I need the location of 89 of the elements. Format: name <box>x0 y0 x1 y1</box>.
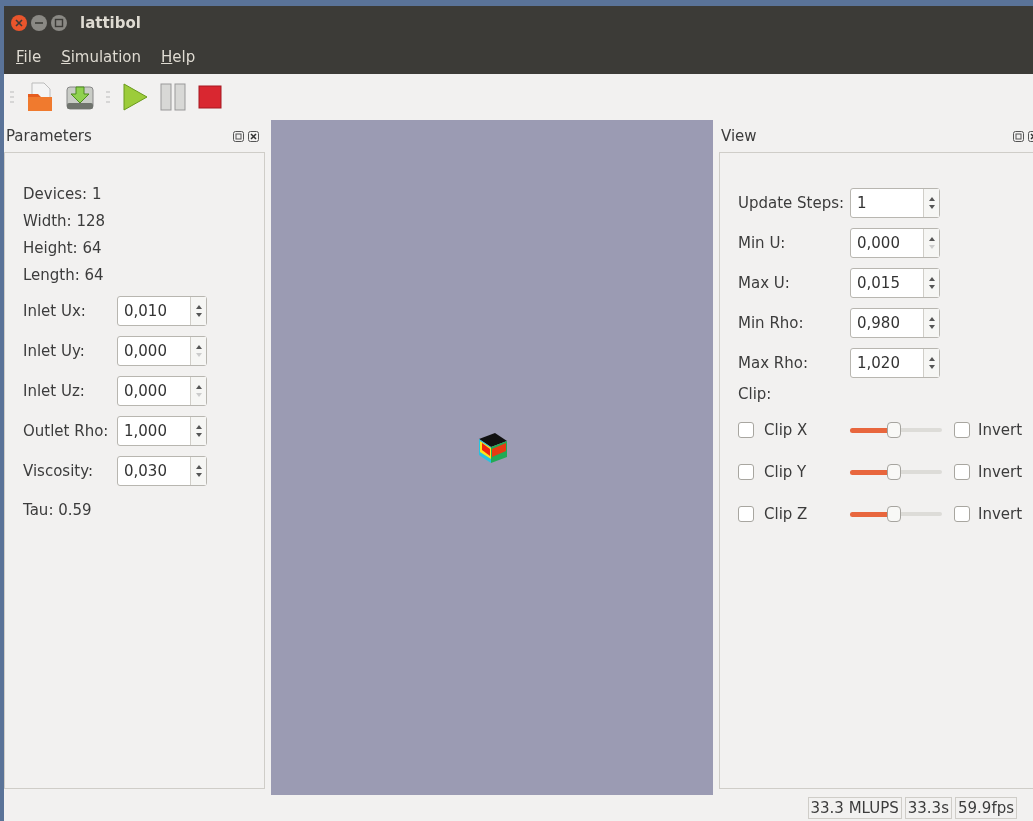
menu-item[interactable]: Help <box>161 45 196 69</box>
checkbox[interactable] <box>738 464 754 480</box>
down-arrow-icon[interactable] <box>195 433 202 437</box>
status-text: 33.3 MLUPS <box>807 797 902 819</box>
info-text: Height: 64 <box>23 238 103 259</box>
spin-box[interactable]: 1,000 <box>117 416 207 446</box>
spin-box[interactable]: 0,010 <box>117 296 207 326</box>
spin-box[interactable]: 0,000 <box>117 336 207 366</box>
panel-title: Parameters <box>6 125 92 147</box>
slider[interactable] <box>850 422 942 438</box>
status-text: 59.9fps <box>955 797 1017 819</box>
up-arrow-icon[interactable] <box>928 237 935 241</box>
field-value: 0,000 <box>856 233 901 254</box>
stop-icon[interactable] <box>198 85 222 109</box>
play-icon[interactable] <box>122 83 148 111</box>
down-arrow-icon[interactable] <box>928 365 935 369</box>
field-label: Inlet Uy: <box>23 340 86 362</box>
slider-thumb[interactable] <box>887 464 902 480</box>
field-label: Update Steps: <box>738 192 846 214</box>
checkbox[interactable] <box>738 422 754 438</box>
field-label: Viscosity: <box>23 460 95 482</box>
checkbox-label: Clip Z <box>764 503 809 525</box>
float-icon[interactable] <box>233 130 244 142</box>
down-arrow-icon[interactable] <box>928 285 935 289</box>
field-label: Min Rho: <box>738 312 805 334</box>
up-arrow-icon[interactable] <box>928 277 935 281</box>
up-arrow-icon[interactable] <box>195 305 202 309</box>
field-value: 1 <box>856 193 868 214</box>
field-label: Inlet Ux: <box>23 300 87 322</box>
checkbox-label: Clip Y <box>764 461 808 483</box>
info-text: Devices: 1 <box>23 184 103 205</box>
field-value: 0,010 <box>123 301 168 322</box>
panel-title: View <box>721 125 757 147</box>
close-icon[interactable] <box>248 130 259 142</box>
tau-text: Tau: 0.59 <box>23 500 93 521</box>
float-icon[interactable] <box>1013 130 1024 142</box>
checkbox-label: Clip X <box>764 419 809 441</box>
checkbox[interactable] <box>738 506 754 522</box>
info-text: Width: 128 <box>23 211 107 232</box>
up-arrow-icon[interactable] <box>195 425 202 429</box>
up-arrow-icon[interactable] <box>195 345 202 349</box>
minimize-icon[interactable] <box>30 14 48 32</box>
checkbox[interactable] <box>954 422 970 438</box>
drive-download-icon[interactable] <box>66 83 94 111</box>
checkbox-label: Invert <box>978 419 1023 441</box>
spin-box[interactable]: 1 <box>850 188 940 218</box>
info-text: Length: 64 <box>23 265 105 286</box>
slider[interactable] <box>850 506 942 522</box>
menu-item[interactable]: Simulation <box>61 45 142 69</box>
up-arrow-icon[interactable] <box>928 317 935 321</box>
folder-icon[interactable] <box>26 82 54 112</box>
slider-thumb[interactable] <box>887 422 902 438</box>
spin-box[interactable]: 0,000 <box>850 228 940 258</box>
field-value: 1,020 <box>856 353 901 374</box>
field-value: 0,030 <box>123 461 168 482</box>
up-arrow-icon[interactable] <box>928 197 935 201</box>
checkbox-label: Invert <box>978 503 1023 525</box>
field-value: 0,015 <box>856 273 901 294</box>
down-arrow-icon[interactable] <box>928 205 935 209</box>
down-arrow-icon[interactable] <box>928 325 935 329</box>
clip-label: Clip: <box>738 384 773 405</box>
spin-box[interactable]: 0,015 <box>850 268 940 298</box>
checkbox[interactable] <box>954 464 970 480</box>
spin-box[interactable]: 0,980 <box>850 308 940 338</box>
menu-item[interactable]: File <box>16 45 42 69</box>
up-arrow-icon[interactable] <box>195 465 202 469</box>
field-label: Max Rho: <box>738 352 809 374</box>
spin-box[interactable]: 0,030 <box>117 456 207 486</box>
up-arrow-icon[interactable] <box>928 357 935 361</box>
field-label: Inlet Uz: <box>23 380 86 402</box>
down-arrow-icon[interactable] <box>195 473 202 477</box>
field-label: Min U: <box>738 232 787 254</box>
spin-box[interactable]: 0,000 <box>117 376 207 406</box>
field-value: 0,000 <box>123 341 168 362</box>
slider[interactable] <box>850 464 942 480</box>
down-arrow-icon[interactable] <box>195 313 202 317</box>
window-title: lattibol <box>80 12 141 34</box>
checkbox[interactable] <box>954 506 970 522</box>
field-label: Max U: <box>738 272 791 294</box>
spin-box[interactable]: 1,020 <box>850 348 940 378</box>
maximize-icon[interactable] <box>50 14 68 32</box>
slider-thumb[interactable] <box>887 506 902 522</box>
field-value: 0,000 <box>123 381 168 402</box>
status-text: 33.3s <box>904 797 952 819</box>
checkbox-label: Invert <box>978 461 1023 483</box>
field-label: Outlet Rho: <box>23 420 110 442</box>
up-arrow-icon[interactable] <box>195 385 202 389</box>
field-value: 0,980 <box>856 313 901 334</box>
field-value: 1,000 <box>123 421 168 442</box>
